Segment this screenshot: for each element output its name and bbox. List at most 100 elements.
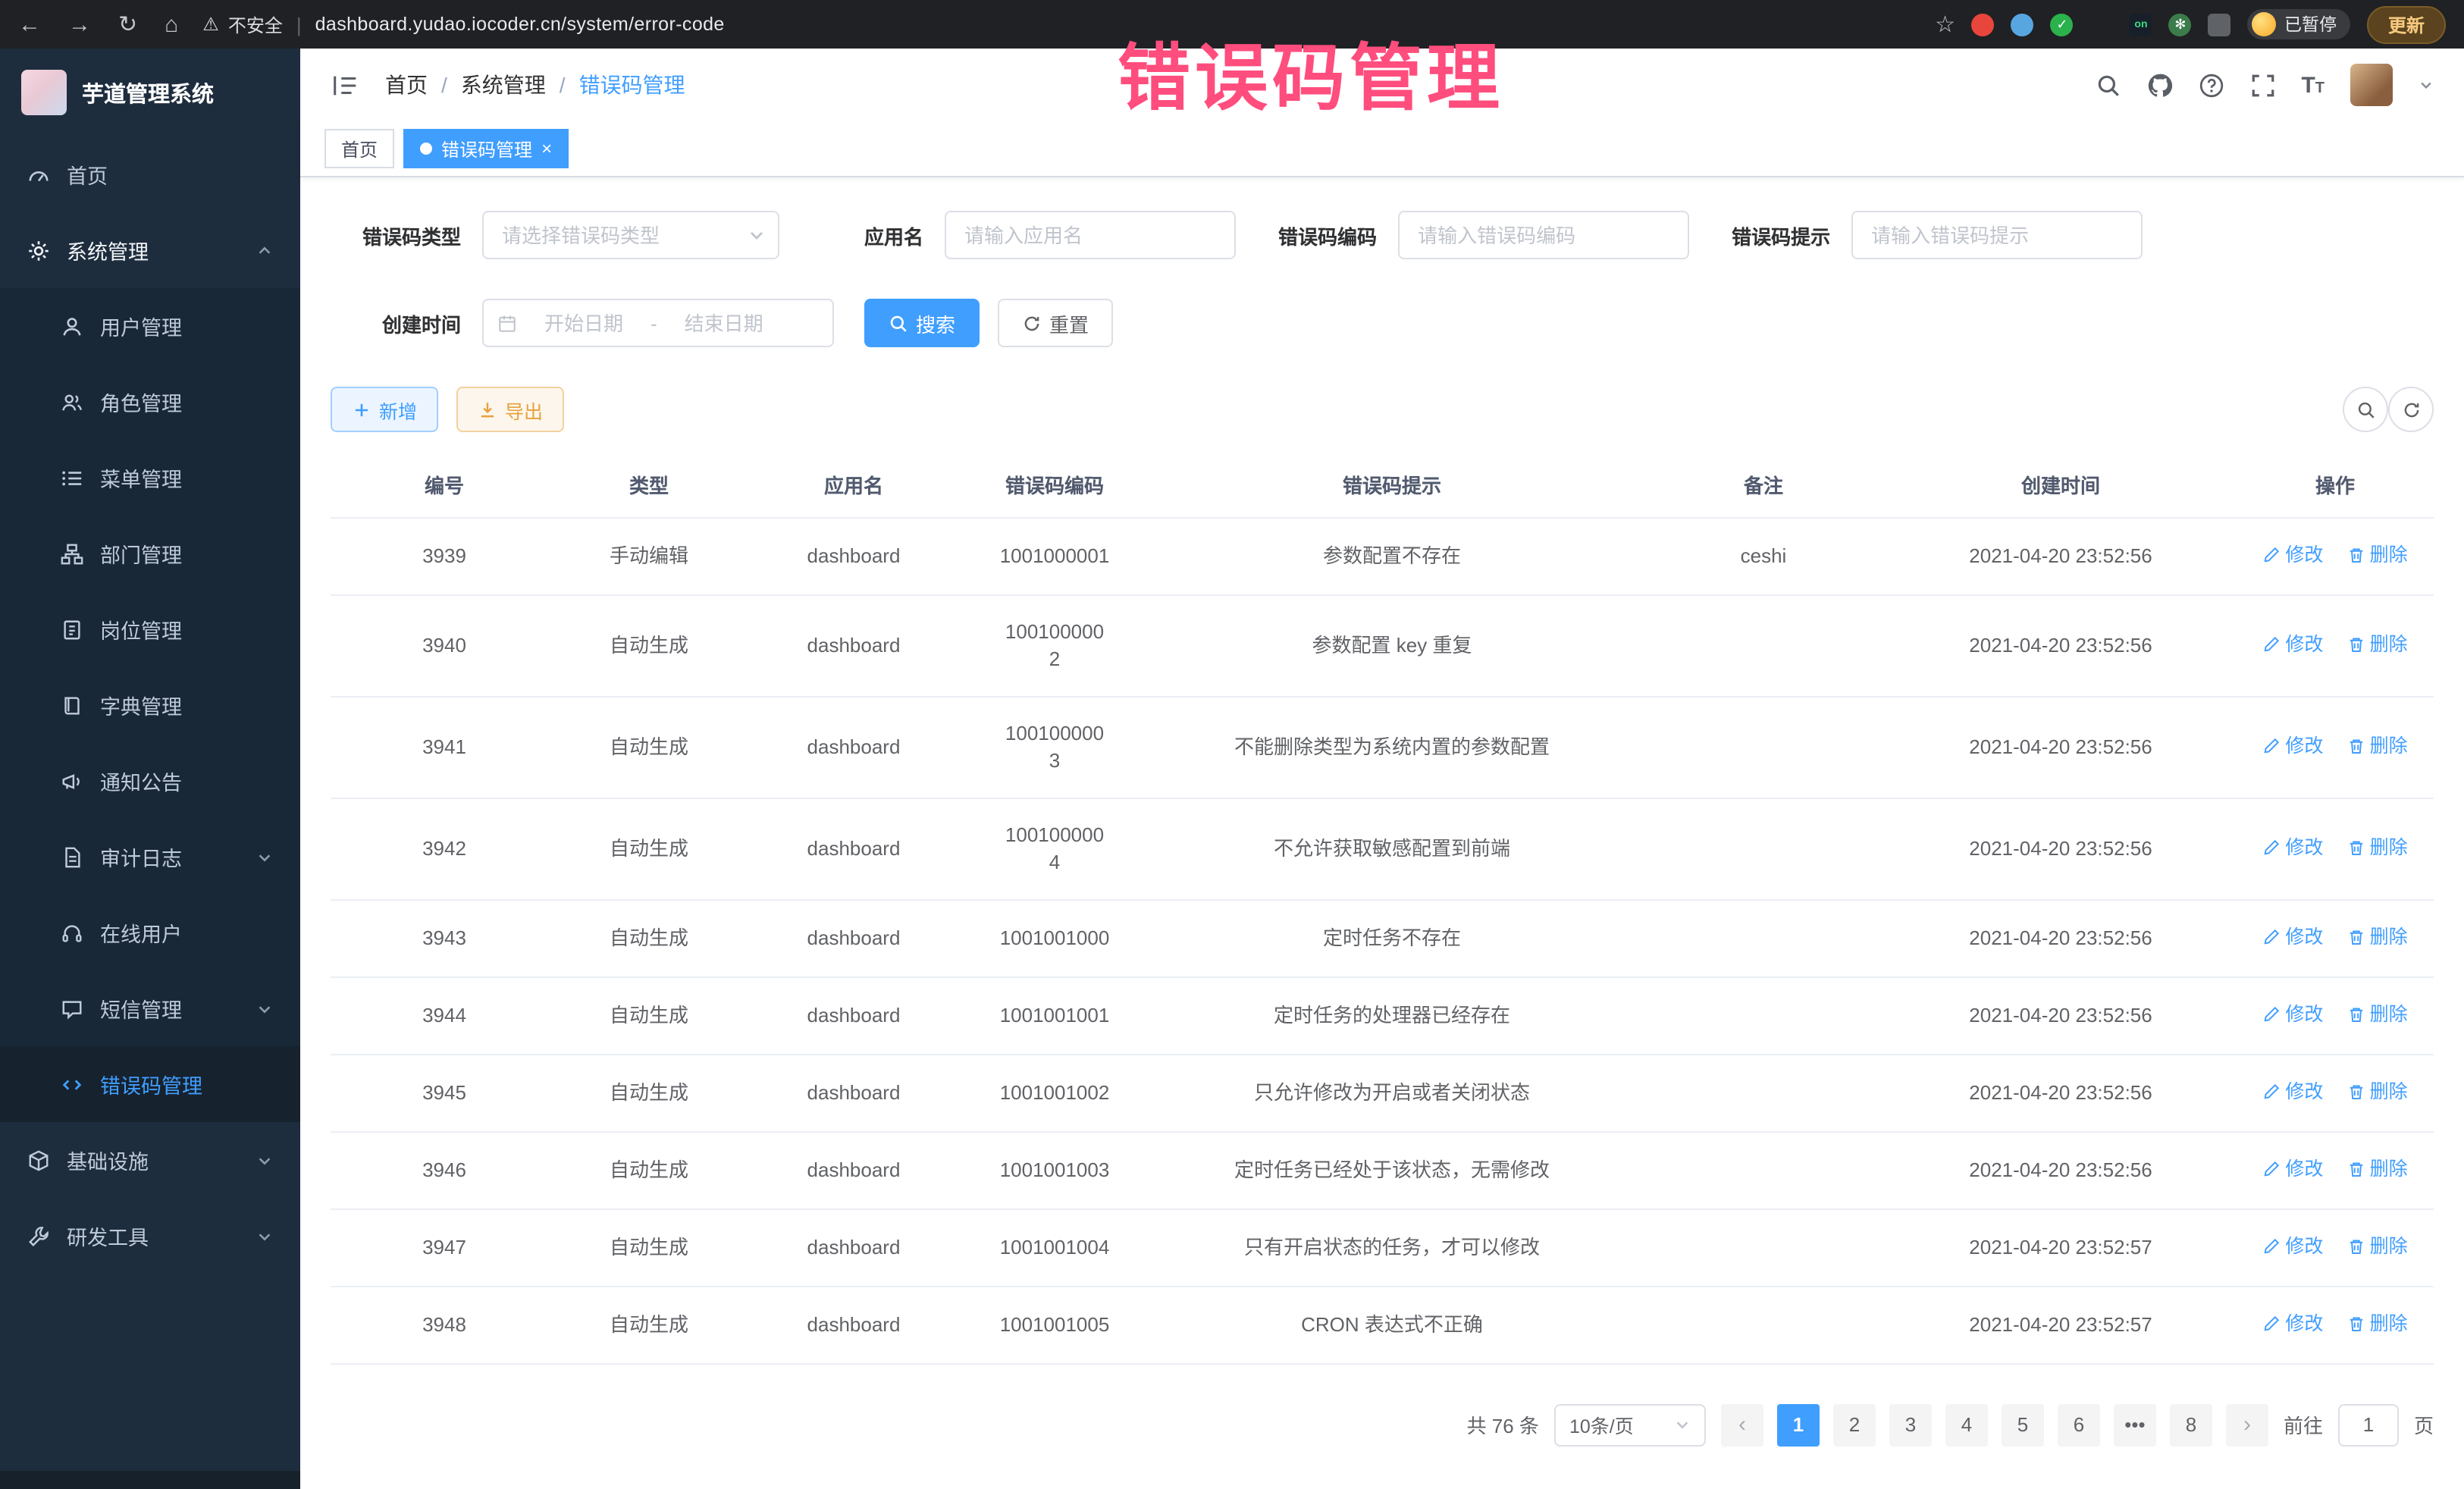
- sidebar-item-users[interactable]: 用户管理: [0, 288, 300, 364]
- delete-link[interactable]: 删除: [2347, 923, 2408, 950]
- app-logo[interactable]: 芋道管理系统: [0, 49, 300, 136]
- sidebar-item-online-users[interactable]: 在线用户: [0, 895, 300, 970]
- security-indicator[interactable]: ⚠ 不安全: [202, 11, 283, 37]
- sidebar-item-departments[interactable]: 部门管理: [0, 516, 300, 591]
- page-button[interactable]: 5: [2002, 1403, 2044, 1446]
- delete-link[interactable]: 删除: [2347, 1232, 2408, 1259]
- extension-grid-icon[interactable]: [2090, 13, 2113, 36]
- sidebar-item-error-code[interactable]: 错误码管理: [0, 1046, 300, 1122]
- edit-link[interactable]: 修改: [2262, 630, 2323, 657]
- cell-hint: 定时任务不存在: [1142, 899, 1642, 976]
- forward-icon[interactable]: →: [68, 11, 91, 37]
- sidebar-item-dict[interactable]: 字典管理: [0, 667, 300, 743]
- delete-link[interactable]: 删除: [2347, 833, 2408, 860]
- github-icon[interactable]: [2146, 72, 2172, 98]
- page-size-select[interactable]: 10条/页: [1554, 1403, 1706, 1446]
- sidebar-item-notice[interactable]: 通知公告: [0, 743, 300, 819]
- collapse-sidebar-icon[interactable]: [331, 71, 359, 99]
- back-icon[interactable]: ←: [18, 11, 41, 37]
- delete-link[interactable]: 删除: [2347, 1155, 2408, 1182]
- date-range-picker[interactable]: -: [482, 299, 834, 347]
- page-button[interactable]: 4: [1945, 1403, 1988, 1446]
- toggle-search-button[interactable]: [2343, 387, 2388, 432]
- edit-link[interactable]: 修改: [2262, 1309, 2323, 1337]
- sidebar-item-sms[interactable]: 短信管理: [0, 970, 300, 1046]
- delete-link[interactable]: 删除: [2347, 630, 2408, 657]
- page-button[interactable]: 2: [1833, 1403, 1876, 1446]
- sidebar-item-audit-log[interactable]: 审计日志: [0, 819, 300, 895]
- sidebar-item-infrastructure[interactable]: 基础设施: [0, 1122, 300, 1198]
- edit-link[interactable]: 修改: [2262, 833, 2323, 860]
- profile-paused-badge[interactable]: 已暂停: [2248, 9, 2350, 39]
- error-type-select[interactable]: [482, 211, 779, 259]
- cell-actions: 修改 删除: [2237, 594, 2434, 696]
- extension-icon[interactable]: ✓: [2051, 13, 2074, 36]
- tab-home[interactable]: 首页: [324, 129, 394, 168]
- delete-link[interactable]: 删除: [2347, 1077, 2408, 1105]
- breadcrumb-home[interactable]: 首页: [385, 70, 428, 100]
- page-button[interactable]: 6: [2058, 1403, 2100, 1446]
- reset-button[interactable]: 重置: [998, 299, 1113, 347]
- cell-type: 手动编辑: [558, 517, 740, 594]
- app-name-input[interactable]: [945, 211, 1236, 259]
- sidebar-item-dev-tools[interactable]: 研发工具: [0, 1198, 300, 1274]
- delete-link[interactable]: 删除: [2347, 541, 2408, 568]
- extension-icon[interactable]: [2011, 13, 2034, 36]
- breadcrumb-system[interactable]: 系统管理: [461, 70, 546, 100]
- page-button[interactable]: •••: [2114, 1403, 2156, 1446]
- export-button[interactable]: 导出: [456, 387, 564, 432]
- address-bar[interactable]: dashboard.yudao.iocoder.cn/system/error-…: [315, 14, 725, 35]
- cell-id: 3941: [331, 696, 558, 798]
- delete-link[interactable]: 删除: [2347, 1309, 2408, 1337]
- extension-switch-icon[interactable]: on: [2130, 13, 2152, 36]
- bookmark-star-icon[interactable]: ☆: [1935, 11, 1955, 38]
- tab-error-code[interactable]: 错误码管理 ×: [403, 129, 569, 168]
- add-button[interactable]: 新增: [331, 387, 438, 432]
- cell-actions: 修改 删除: [2237, 1286, 2434, 1363]
- font-size-icon[interactable]: TT: [2301, 72, 2324, 98]
- sidebar-item-menus[interactable]: 菜单管理: [0, 440, 300, 516]
- update-button[interactable]: 更新: [2367, 5, 2446, 43]
- reload-icon[interactable]: ↻: [118, 11, 137, 38]
- edit-link[interactable]: 修改: [2262, 732, 2323, 759]
- start-date-input[interactable]: [523, 312, 644, 334]
- page-button[interactable]: 8: [2170, 1403, 2212, 1446]
- profile-avatar: [2252, 12, 2277, 36]
- cell-code: 1001001005: [967, 1286, 1142, 1363]
- home-icon[interactable]: ⌂: [165, 11, 178, 37]
- error-code-input[interactable]: [1398, 211, 1689, 259]
- end-date-input[interactable]: [663, 312, 785, 334]
- extension-paw-icon[interactable]: ✻: [2169, 13, 2192, 36]
- page-button[interactable]: 1: [1777, 1403, 1820, 1446]
- edit-link[interactable]: 修改: [2262, 541, 2323, 568]
- sidebar-item-roles[interactable]: 角色管理: [0, 364, 300, 440]
- chevron-down-icon: [1674, 1416, 1691, 1433]
- goto-page-input[interactable]: [2338, 1403, 2399, 1446]
- avatar[interactable]: [2350, 64, 2393, 106]
- help-icon[interactable]: [2198, 72, 2224, 98]
- page-button[interactable]: 3: [1889, 1403, 1932, 1446]
- edit-link[interactable]: 修改: [2262, 1077, 2323, 1105]
- fullscreen-icon[interactable]: [2249, 72, 2275, 98]
- cell-type: 自动生成: [558, 1286, 740, 1363]
- close-tab-icon[interactable]: ×: [541, 139, 552, 158]
- refresh-table-button[interactable]: [2388, 387, 2434, 432]
- next-page-button[interactable]: ›: [2226, 1403, 2268, 1446]
- extension-icon[interactable]: [1972, 13, 1995, 36]
- search-button[interactable]: 搜索: [864, 299, 980, 347]
- sidebar-item-posts[interactable]: 岗位管理: [0, 591, 300, 667]
- edit-link[interactable]: 修改: [2262, 1155, 2323, 1182]
- extensions-puzzle-icon[interactable]: [2209, 13, 2231, 36]
- edit-link[interactable]: 修改: [2262, 1000, 2323, 1027]
- sidebar-item-home[interactable]: 首页: [0, 136, 300, 212]
- search-icon[interactable]: [2095, 72, 2121, 98]
- edit-link[interactable]: 修改: [2262, 1232, 2323, 1259]
- delete-link[interactable]: 删除: [2347, 732, 2408, 759]
- error-hint-input[interactable]: [1851, 211, 2143, 259]
- sidebar-item-system[interactable]: 系统管理: [0, 212, 300, 288]
- chevron-down-icon[interactable]: [2419, 77, 2434, 92]
- delete-link[interactable]: 删除: [2347, 1000, 2408, 1027]
- trash-icon: [2347, 838, 2365, 856]
- prev-page-button[interactable]: ‹: [1721, 1403, 1763, 1446]
- edit-link[interactable]: 修改: [2262, 923, 2323, 950]
